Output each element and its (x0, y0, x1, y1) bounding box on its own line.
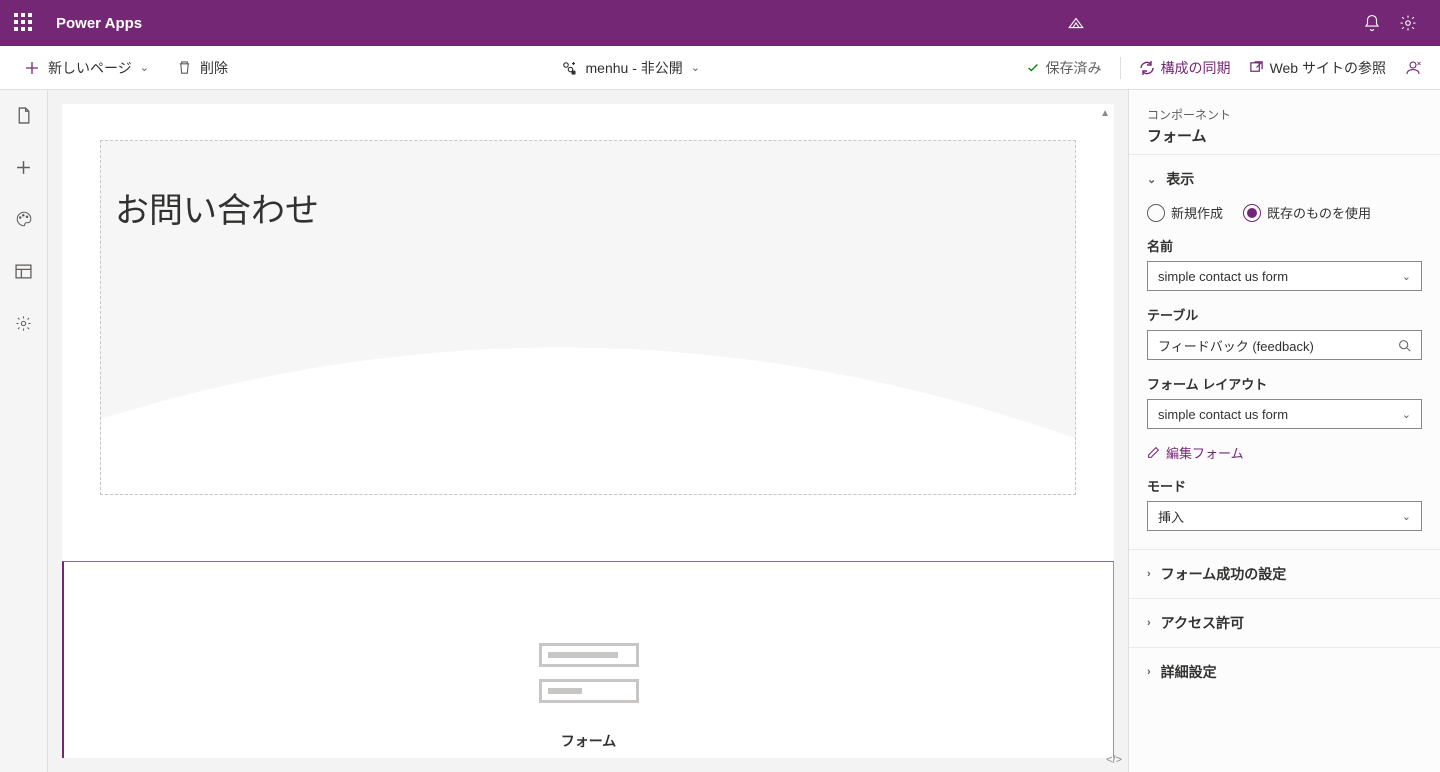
edit-form-label: 編集フォーム (1166, 443, 1244, 462)
mode-field-label: モード (1147, 476, 1422, 495)
chevron-down-icon: ⌄ (1402, 408, 1411, 421)
mode-value: 挿入 (1158, 507, 1184, 526)
settings-icon[interactable] (1390, 5, 1426, 41)
display-label: 表示 (1166, 169, 1194, 189)
saved-status: 保存済み (1026, 58, 1102, 78)
new-page-label: 新しいページ (48, 58, 132, 78)
left-rail (0, 90, 48, 772)
property-panel: コンポーネント フォーム ⌄ 表示 新規作成 既存のものを使用 (1128, 90, 1440, 772)
chevron-down-icon: ⌄ (1147, 173, 1156, 186)
sync-config-button[interactable]: 構成の同期 (1139, 58, 1231, 78)
theme-icon[interactable] (13, 208, 35, 230)
accordion-access[interactable]: › アクセス許可 (1129, 599, 1440, 647)
site-name-label: menhu - 非公開 (586, 58, 683, 78)
layout-field-label: フォーム レイアウト (1147, 374, 1422, 393)
table-field-label: テーブル (1147, 305, 1422, 324)
chevron-down-icon: ⌄ (1402, 270, 1411, 283)
mode-dropdown[interactable]: 挿入 ⌄ (1147, 501, 1422, 531)
chevron-down-icon: ⌄ (691, 61, 700, 74)
environment-icon[interactable] (1058, 5, 1094, 41)
radio-existing-label: 既存のものを使用 (1267, 203, 1371, 222)
chevron-right-icon: › (1147, 666, 1151, 678)
feedback-icon[interactable] (1404, 59, 1422, 77)
browse-site-button[interactable]: Web サイトの参照 (1249, 58, 1386, 78)
table-value: フィードバック (feedback) (1158, 336, 1314, 355)
command-bar: 新しいページ ⌄ 削除 menhu - 非公開 ⌄ 保存済み 構成の同期 Web… (0, 46, 1440, 90)
sync-config-label: 構成の同期 (1161, 58, 1231, 78)
chevron-right-icon: › (1147, 568, 1151, 580)
hero-section[interactable]: お問い合わせ (100, 140, 1076, 495)
form-component[interactable]: フォーム この form を構成するには、編集を選択するか、プロパティ ウィンド… (62, 561, 1114, 758)
divider (1120, 57, 1121, 79)
edit-form-link[interactable]: 編集フォーム (1147, 443, 1422, 462)
chevron-down-icon: ⌄ (140, 61, 149, 74)
component-value: フォーム (1147, 125, 1422, 146)
component-header: コンポーネント フォーム (1129, 90, 1440, 154)
radio-new-label: 新規作成 (1171, 203, 1223, 222)
delete-button[interactable]: 削除 (171, 54, 234, 82)
browse-site-label: Web サイトの参照 (1270, 58, 1386, 78)
form-placeholder-icon (539, 643, 639, 667)
radio-new[interactable]: 新規作成 (1147, 203, 1223, 222)
saved-label: 保存済み (1046, 58, 1102, 78)
pages-icon[interactable] (13, 104, 35, 126)
site-status[interactable]: menhu - 非公開 ⌄ (234, 58, 1026, 78)
form-placeholder-icon (539, 679, 639, 703)
chevron-right-icon: › (1147, 617, 1151, 629)
app-title: Power Apps (56, 15, 142, 32)
new-page-button[interactable]: 新しいページ ⌄ (18, 54, 155, 82)
name-field-label: 名前 (1147, 236, 1422, 255)
name-dropdown[interactable]: simple contact us form ⌄ (1147, 261, 1422, 291)
accordion-advanced[interactable]: › 詳細設定 (1129, 648, 1440, 696)
delete-label: 削除 (200, 58, 228, 78)
add-icon[interactable] (13, 156, 35, 178)
accordion-success[interactable]: › フォーム成功の設定 (1129, 550, 1440, 598)
notifications-icon[interactable] (1354, 5, 1390, 41)
layout-value: simple contact us form (1158, 407, 1288, 422)
page-heading: お問い合わせ (101, 141, 1075, 274)
canvas[interactable]: ▲ お問い合わせ フォーム この form を構成するには、編集を選択するか、プ… (48, 90, 1128, 772)
code-view-icon[interactable]: </> (1106, 754, 1122, 766)
scroll-up-icon[interactable]: ▲ (1100, 108, 1110, 119)
layout-dropdown[interactable]: simple contact us form ⌄ (1147, 399, 1422, 429)
access-label: アクセス許可 (1161, 613, 1244, 633)
templates-icon[interactable] (13, 260, 35, 282)
waffle-icon[interactable] (14, 13, 34, 33)
success-label: フォーム成功の設定 (1161, 564, 1287, 584)
advanced-label: 詳細設定 (1161, 662, 1217, 682)
chevron-down-icon: ⌄ (1402, 510, 1411, 523)
accordion-display[interactable]: ⌄ 表示 (1129, 155, 1440, 203)
form-placeholder-title: フォーム (561, 731, 617, 751)
rail-settings-icon[interactable] (13, 312, 35, 334)
radio-existing[interactable]: 既存のものを使用 (1243, 203, 1371, 222)
main-area: ▲ お問い合わせ フォーム この form を構成するには、編集を選択するか、プ… (0, 90, 1440, 772)
component-label: コンポーネント (1147, 106, 1422, 123)
name-value: simple contact us form (1158, 269, 1288, 284)
table-search[interactable]: フィードバック (feedback) (1147, 330, 1422, 360)
global-header: Power Apps (0, 0, 1440, 46)
search-icon (1398, 339, 1411, 352)
